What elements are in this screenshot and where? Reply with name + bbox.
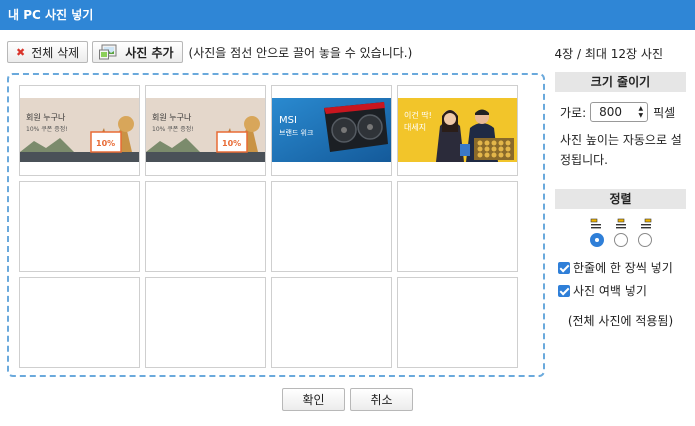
coupon-badge: 10% [222,139,241,148]
coupon-badge: 10% [96,139,115,148]
picture-icon [99,44,117,60]
empty-photo-slot[interactable] [145,181,266,272]
empty-photo-slot[interactable] [271,181,392,272]
banner-line-1: 회원 누구나 [26,113,66,122]
width-label: 가로: [560,105,587,120]
align-left-icon [590,218,601,229]
empty-photo-slot[interactable] [145,277,266,368]
align-radio-group [555,233,686,247]
settings-panel: 크기 줄이기 가로: 800 ▲ ▼ 픽셀 사진 높이는 자동으로 설정됩니다. … [555,72,686,329]
banner-line-1: MSI [279,115,297,126]
photo-thumbnail[interactable]: 10% 회원 누구나 10% 쿠폰 증정! [20,98,139,162]
drag-hint: (사진을 점선 안으로 끌어 놓을 수 있습니다.) [188,45,413,60]
ok-button[interactable]: 확인 [282,388,345,411]
photo-slot[interactable]: MSI 브랜드 위크 [271,85,392,176]
align-right-icon [640,218,651,229]
empty-photo-slot[interactable] [271,277,392,368]
empty-photo-slot[interactable] [397,277,518,368]
resize-heading: 크기 줄이기 [555,72,686,92]
delete-all-label: 전체 삭제 [31,45,80,60]
width-row: 가로: 800 ▲ ▼ 픽셀 [555,102,686,122]
align-icons [555,218,686,230]
width-unit: 픽셀 [653,105,676,120]
apply-note: (전체 사진에 적용됨) [567,314,674,328]
cancel-button[interactable]: 취소 [350,388,413,411]
one-per-line-label[interactable]: 한줄에 한 장씩 넣기 [573,259,673,276]
photo-slot[interactable]: 이건 딱! 대세지 [397,85,518,176]
photo-margin-checkbox[interactable] [558,284,570,297]
toolbar: ✖ 전체 삭제 사진 추가 (사진을 점선 안으로 끌어 놓을 수 있습니다.) [7,41,412,63]
add-photo-button[interactable]: 사진 추가 [92,41,183,63]
empty-photo-slot[interactable] [19,277,140,368]
width-stepper[interactable]: 800 ▲ ▼ [590,102,649,122]
add-photo-label: 사진 추가 [125,45,174,60]
photo-thumbnail[interactable]: 이건 딱! 대세지 [398,98,517,162]
banner-line-1: 이건 딱! [404,110,432,120]
sort-heading: 정렬 [555,189,686,209]
align-center-radio[interactable] [613,233,628,247]
photo-thumbnail[interactable]: 10% 회원 누구나 10% 쿠폰 증정! [146,98,265,162]
photo-slot[interactable]: 10% 회원 누구나 10% 쿠폰 증정! [19,85,140,176]
photo-drop-zone[interactable]: 10% 회원 누구나 10% 쿠폰 증정! 10% 회원 누구나 10% 쿠폰 … [7,73,545,377]
banner-line-1: 회원 누구나 [152,113,192,122]
banner-line-2: 대세지 [404,123,426,132]
window-title: 내 PC 사진 넣기 [0,0,695,30]
photo-margin-label[interactable]: 사진 여백 넣기 [573,282,647,299]
one-per-line-option[interactable]: 한줄에 한 장씩 넣기 [555,259,686,276]
photo-slot[interactable]: 10% 회원 누구나 10% 쿠폰 증정! [145,85,266,176]
photo-thumbnail[interactable]: MSI 브랜드 위크 [272,98,391,162]
align-right-radio[interactable] [637,233,652,247]
auto-height-note: 사진 높이는 자동으로 설정됩니다. [560,133,682,167]
align-center-icon [615,218,626,229]
stepper-arrows-icon[interactable]: ▲ ▼ [639,105,644,119]
empty-photo-slot[interactable] [397,181,518,272]
banner-line-2: 10% 쿠폰 증정! [152,126,194,133]
one-per-line-checkbox[interactable] [558,261,570,274]
empty-photo-slot[interactable] [19,181,140,272]
dialog-footer: 확인 취소 [0,388,695,411]
banner-line-2: 브랜드 위크 [279,128,314,137]
photo-count: 4장 / 최대 12장 사진 [554,47,663,61]
width-value[interactable]: 800 [599,105,622,119]
photo-grid: 10% 회원 누구나 10% 쿠폰 증정! 10% 회원 누구나 10% 쿠폰 … [19,85,518,368]
align-left-radio[interactable] [589,233,604,247]
photo-margin-option[interactable]: 사진 여백 넣기 [555,282,686,299]
delete-all-button[interactable]: ✖ 전체 삭제 [7,41,89,63]
banner-line-2: 10% 쿠폰 증정! [26,126,68,133]
delete-icon: ✖ [16,45,26,59]
